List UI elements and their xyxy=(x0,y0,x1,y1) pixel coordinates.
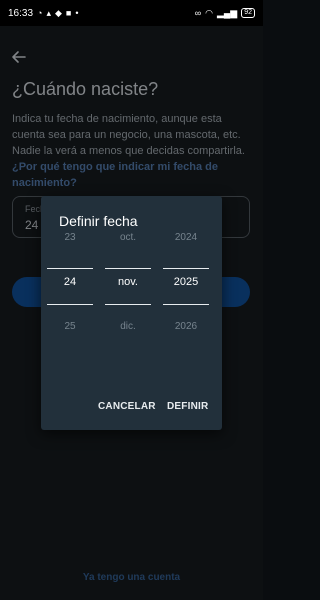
month-divider-top xyxy=(105,268,151,269)
month-prev[interactable]: oct. xyxy=(105,232,151,243)
day-selected[interactable]: 24 xyxy=(47,276,93,288)
define-button[interactable]: DEFINIR xyxy=(167,401,208,412)
battery-icon: 92 xyxy=(241,8,255,18)
whatsapp-icon: ◔ xyxy=(37,8,43,18)
chat-icon: ▴ xyxy=(46,8,51,18)
picker-body: 23 24 25 oct. nov. dic. 2024 2025 2026 xyxy=(41,196,222,430)
dot-icon: • xyxy=(75,8,79,18)
month-next[interactable]: dic. xyxy=(105,321,151,332)
year-selected[interactable]: 2025 xyxy=(163,276,209,288)
day-next[interactable]: 25 xyxy=(47,321,93,332)
month-selected[interactable]: nov. xyxy=(105,276,151,288)
signal-icon: ▂▄▆ xyxy=(216,8,238,18)
day-prev[interactable]: 23 xyxy=(47,232,93,243)
day-picker[interactable]: 23 24 25 xyxy=(47,226,93,356)
dialog-actions: CANCELAR DEFINIR xyxy=(41,401,222,415)
day-divider-bottom xyxy=(47,304,93,305)
status-bar: 16:33 ◔ ▴ ◆ ■ • ∞ ◠ ▂▄▆ 92 xyxy=(0,0,263,26)
clock: 16:33 xyxy=(8,7,34,19)
wifi-icon: ◠ xyxy=(205,8,213,18)
year-prev[interactable]: 2024 xyxy=(163,232,209,243)
date-picker-dialog: Definir fecha 23 24 25 oct. nov. dic. 20… xyxy=(41,196,222,430)
year-next[interactable]: 2026 xyxy=(163,321,209,332)
year-picker[interactable]: 2024 2025 2026 xyxy=(163,226,209,356)
day-divider-top xyxy=(47,268,93,269)
status-left: 16:33 ◔ ▴ ◆ ■ • xyxy=(8,8,79,19)
month-picker[interactable]: oct. nov. dic. xyxy=(105,226,151,356)
message-icon: ◆ xyxy=(55,8,62,18)
cancel-button[interactable]: CANCELAR xyxy=(98,401,156,412)
year-divider-bottom xyxy=(163,304,209,305)
month-divider-bottom xyxy=(105,304,151,305)
link-icon: ∞ xyxy=(194,8,202,18)
square-icon: ■ xyxy=(65,8,72,18)
year-divider-top xyxy=(163,268,209,269)
status-right: ∞ ◠ ▂▄▆ 92 xyxy=(195,8,255,18)
